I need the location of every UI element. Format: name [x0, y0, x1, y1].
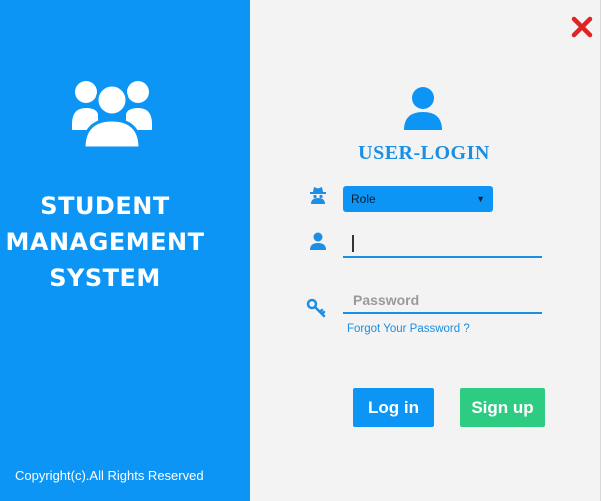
key-icon [306, 298, 326, 318]
login-title: USER-LOGIN [358, 142, 490, 164]
app-title: STUDENT MANAGEMENT SYSTEM [0, 188, 210, 296]
password-input[interactable]: Password [343, 288, 542, 314]
user-icon [310, 232, 326, 250]
app-title-line: SYSTEM [49, 264, 161, 292]
forgot-password-link[interactable]: Forgot Your Password ? [347, 323, 470, 335]
app-title-line: MANAGEMENT [5, 228, 205, 256]
users-group-icon [72, 81, 152, 148]
left-panel: STUDENT MANAGEMENT SYSTEM Copyright(c).A… [0, 0, 250, 501]
signup-button[interactable]: Sign up [460, 388, 545, 427]
login-button[interactable]: Log in [353, 388, 434, 427]
user-icon [404, 87, 442, 130]
text-cursor [352, 235, 354, 252]
role-select[interactable]: Role ▼ [343, 186, 493, 212]
role-select-value: Role [351, 192, 376, 206]
spy-icon [310, 187, 326, 204]
copyright-text: Copyright(c).All Rights Reserved [15, 468, 204, 483]
chevron-down-icon: ▼ [476, 194, 485, 204]
close-icon[interactable] [571, 16, 593, 38]
password-placeholder: Password [353, 292, 420, 308]
app-title-line: STUDENT [40, 192, 170, 220]
username-input[interactable] [343, 232, 542, 258]
